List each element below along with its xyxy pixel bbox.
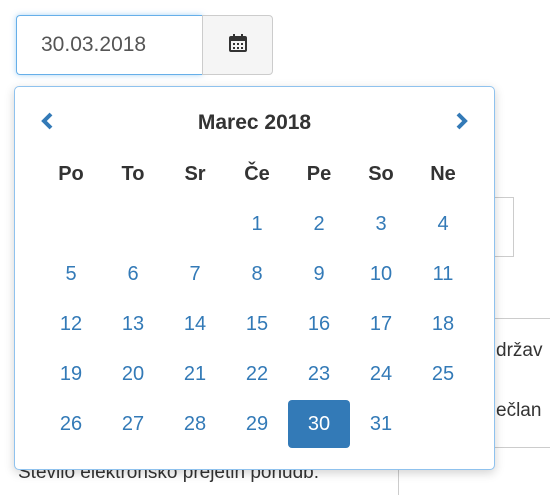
calendar-day[interactable]: 23 <box>288 349 350 399</box>
calendar-button[interactable] <box>202 15 273 75</box>
calendar-week: 26 27 28 29 30 31 <box>40 399 474 449</box>
selected-day-label: 30 <box>288 400 350 448</box>
calendar-day[interactable]: 7 <box>164 249 226 299</box>
calendar-day[interactable]: 21 <box>164 349 226 399</box>
calendar-day[interactable]: 20 <box>102 349 164 399</box>
weekday-header: Če <box>244 162 270 185</box>
calendar-day[interactable]: 16 <box>288 299 350 349</box>
weekday-header: Pe <box>306 162 332 185</box>
calendar-day[interactable]: 5 <box>40 249 102 299</box>
weekday-header: Ne <box>430 162 456 185</box>
calendar-day[interactable]: 17 <box>350 299 412 349</box>
calendar-week: 12 13 14 15 16 17 18 <box>40 299 474 349</box>
weekday-header: Sr <box>184 162 206 185</box>
calendar-grid: Po To Sr Če Pe So Ne 1 2 3 4 5 6 7 8 9 10 11 12 13 14 15 16 17… <box>40 149 474 449</box>
calendar-day[interactable]: 26 <box>40 399 102 449</box>
calendar-day[interactable]: 18 <box>412 299 474 349</box>
calendar-days: 1 2 3 4 5 6 7 8 9 10 11 12 13 14 15 16 17 18 19 20 21 22 23 24 2… <box>40 199 474 449</box>
background-divider <box>398 470 399 495</box>
calendar-day[interactable]: 22 <box>226 349 288 399</box>
calendar-day-selected[interactable]: 30 <box>288 399 350 449</box>
empty-day-cell <box>40 199 102 249</box>
empty-day-cell <box>164 199 226 249</box>
date-input[interactable] <box>16 15 202 75</box>
calendar-day[interactable]: 9 <box>288 249 350 299</box>
month-title[interactable]: Marec 2018 <box>15 105 494 141</box>
calendar-day[interactable]: 28 <box>164 399 226 449</box>
calendar-day[interactable]: 15 <box>226 299 288 349</box>
calendar-day[interactable]: 6 <box>102 249 164 299</box>
calendar-day[interactable]: 14 <box>164 299 226 349</box>
datepicker-header: Marec 2018 <box>15 105 494 141</box>
calendar-day[interactable]: 27 <box>102 399 164 449</box>
empty-day-cell <box>102 199 164 249</box>
calendar-day[interactable]: 12 <box>40 299 102 349</box>
calendar-day[interactable]: 3 <box>350 199 412 249</box>
next-month-button[interactable] <box>444 105 480 141</box>
calendar-day[interactable]: 4 <box>412 199 474 249</box>
weekday-header: To <box>121 162 145 185</box>
calendar-day[interactable]: 10 <box>350 249 412 299</box>
background-label-2: ečlan <box>496 400 542 421</box>
calendar-week: 5 6 7 8 9 10 11 <box>40 249 474 299</box>
calendar-day[interactable]: 2 <box>288 199 350 249</box>
calendar-day[interactable]: 24 <box>350 349 412 399</box>
empty-day-cell <box>412 399 474 449</box>
calendar-day[interactable]: 29 <box>226 399 288 449</box>
background-panel <box>490 318 550 448</box>
background-label-1: držav <box>496 340 543 361</box>
weekday-row: Po To Sr Če Pe So Ne <box>40 149 474 199</box>
calendar-day[interactable]: 1 <box>226 199 288 249</box>
calendar-day[interactable]: 19 <box>40 349 102 399</box>
weekday-header: So <box>368 162 394 185</box>
datepicker-popup: Marec 2018 Po To Sr Če Pe So Ne 1 2 3 4 5 6 7 8 9 10 11 1… <box>14 86 495 470</box>
chevron-right-icon <box>455 112 469 135</box>
calendar-icon <box>228 33 248 58</box>
calendar-week: 1234 <box>40 199 474 249</box>
calendar-day[interactable]: 25 <box>412 349 474 399</box>
calendar-day[interactable]: 13 <box>102 299 164 349</box>
calendar-day[interactable]: 8 <box>226 249 288 299</box>
date-input-group <box>16 15 273 75</box>
calendar-day[interactable]: 31 <box>350 399 412 449</box>
calendar-week: 19 20 21 22 23 24 25 <box>40 349 474 399</box>
calendar-day[interactable]: 11 <box>412 249 474 299</box>
weekday-header: Po <box>58 162 84 185</box>
